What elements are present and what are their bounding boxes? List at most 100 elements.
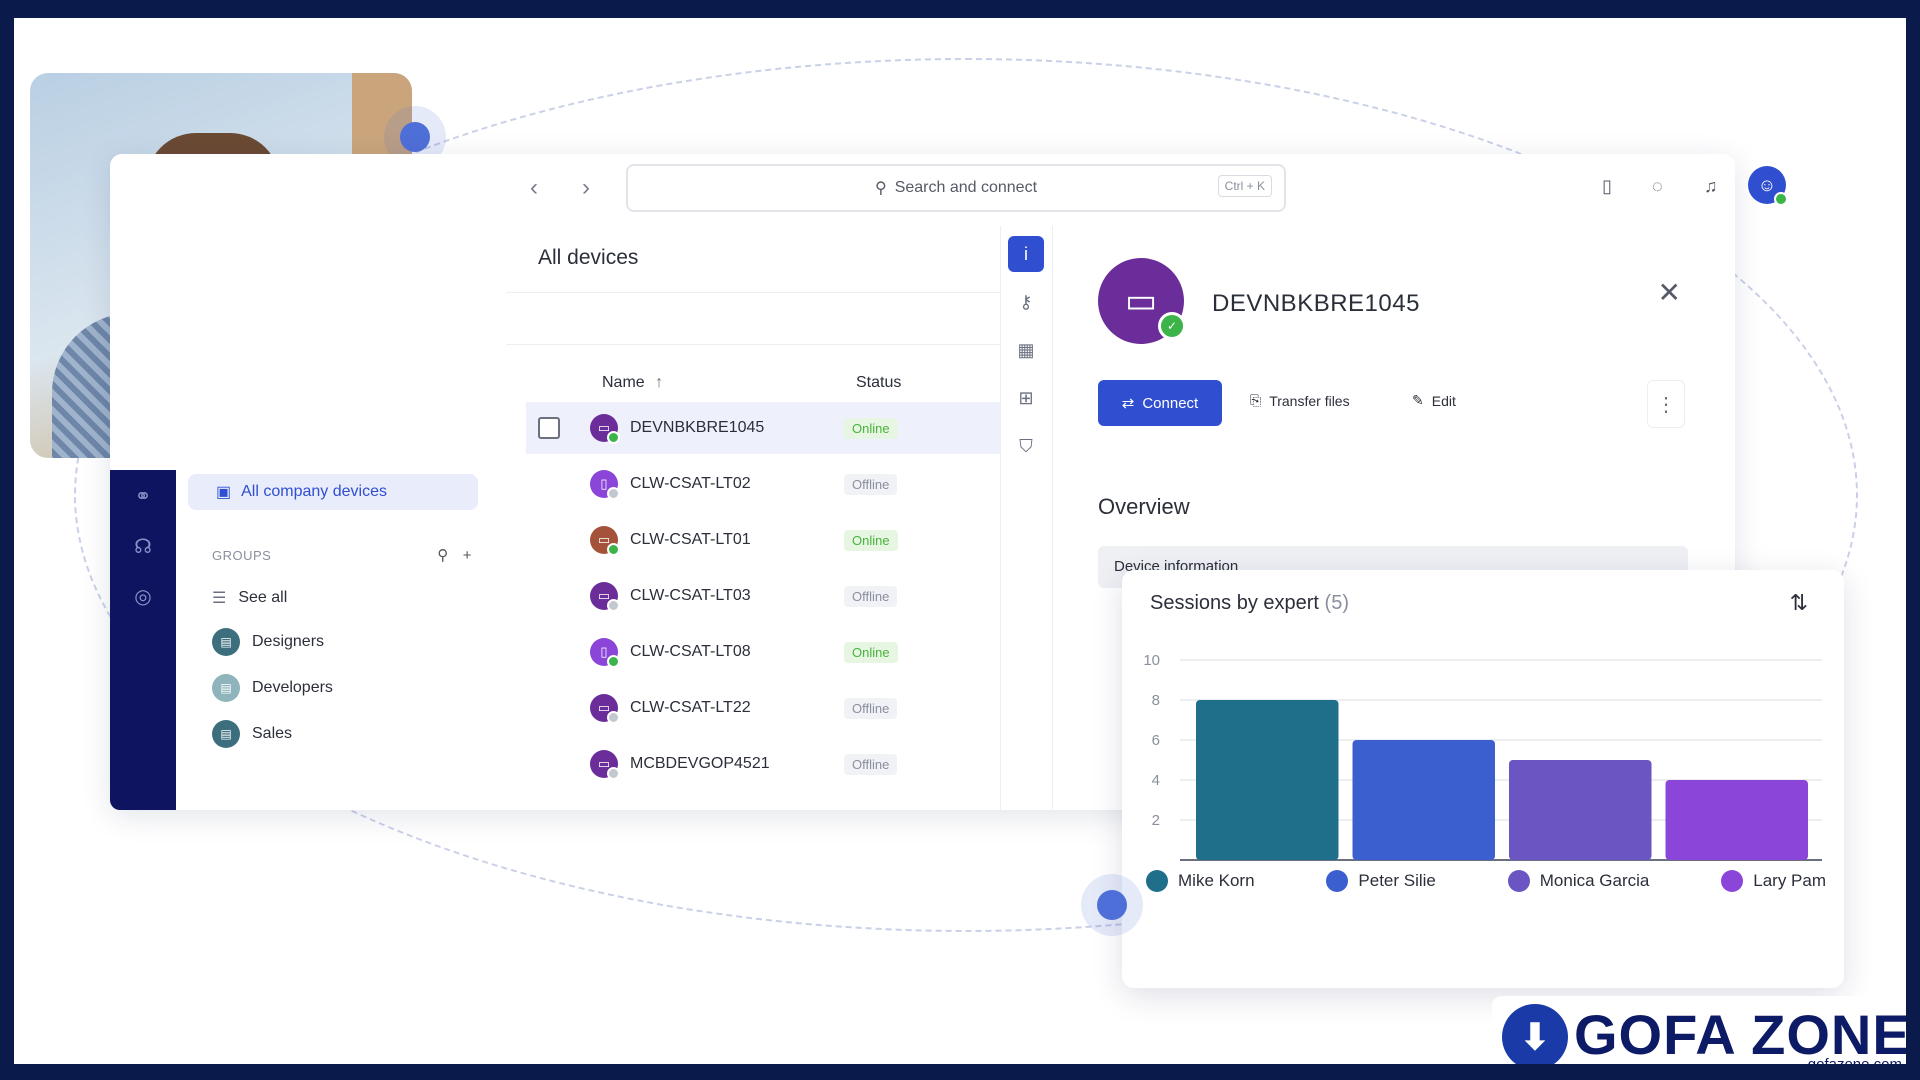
table-row[interactable]: ▭ DEVNBKBRE1045 Online xyxy=(526,402,1000,454)
search-placeholder: Search and connect xyxy=(894,179,1038,196)
device-name: DEVNBKBRE1045 xyxy=(630,419,765,436)
table-row[interactable]: ▭ MCBDEVGOP4521 Offline xyxy=(526,738,1000,790)
connector-dot xyxy=(400,122,430,152)
bar-mike-korn[interactable] xyxy=(1196,700,1339,860)
bar-lary-pam[interactable] xyxy=(1665,780,1809,860)
legend-label: Mike Korn xyxy=(1178,871,1255,890)
bar-peter-silie[interactable] xyxy=(1352,740,1496,860)
group-icon: ▤ xyxy=(212,720,240,748)
nav-all-company-devices[interactable]: ▣ All company devices xyxy=(188,474,478,510)
column-header-status[interactable]: Status xyxy=(856,374,901,392)
network-icon[interactable]: ⚭ xyxy=(130,484,156,510)
connect-button[interactable]: ⇄ Connect xyxy=(1098,380,1222,426)
divider xyxy=(506,344,1000,345)
search-input[interactable]: ⚲ Search and connect Ctrl + K xyxy=(626,164,1286,212)
user-avatar[interactable]: ☺ xyxy=(1748,166,1788,206)
info-icon[interactable]: i xyxy=(1008,236,1044,272)
table-row[interactable]: ▯ CLW-CSAT-LT02 Offline xyxy=(526,458,1000,510)
chevron-left-icon[interactable]: ‹ xyxy=(530,174,538,202)
status-badge: Offline xyxy=(844,473,898,495)
table-row[interactable]: ▭ CLW-CSAT-LT01 Online xyxy=(526,514,1000,566)
devices-icon: ▣ xyxy=(216,484,232,501)
overview-heading: Overview xyxy=(1098,494,1190,519)
shield-icon[interactable]: ⛉ xyxy=(1008,428,1044,464)
status-badge: Online xyxy=(844,641,898,663)
device-title: DEVNBKBRE1045 xyxy=(1212,290,1420,317)
legend-item[interactable]: Monica Garcia xyxy=(1507,870,1649,892)
group-item-designers[interactable]: ▤ Designers xyxy=(212,628,324,656)
col-name-label: Name xyxy=(602,374,645,391)
search-icon[interactable]: ⚲ xyxy=(437,546,449,564)
device-icon: ▭ xyxy=(590,414,620,444)
legend-item[interactable]: Peter Silie xyxy=(1326,870,1436,892)
column-header-name[interactable]: Name ↑ xyxy=(602,374,663,392)
bell-icon[interactable]: ♫ xyxy=(1704,176,1718,197)
y-tick-label: 6 xyxy=(1152,732,1160,749)
legend-item[interactable]: Mike Korn xyxy=(1146,870,1255,892)
device-icon: ▭ xyxy=(590,526,620,556)
device-icon: ▯ xyxy=(590,638,620,668)
headset-icon[interactable]: ☊ xyxy=(130,534,156,560)
watermark-url: gofazone.com xyxy=(1808,1056,1902,1064)
see-all-label: See all xyxy=(238,589,288,606)
more-options-icon[interactable]: ⋮ xyxy=(1647,380,1685,428)
table-row[interactable]: ▭ CLW-CSAT-LT22 Offline xyxy=(526,682,1000,734)
transfer-label: Transfer files xyxy=(1269,392,1350,409)
add-icon[interactable]: + xyxy=(463,547,472,564)
watermark-logo: ⬇ GOFA ZONE gofazone.com xyxy=(1492,996,1906,1064)
left-rail: ⚭ ☊ ◎ xyxy=(110,470,176,810)
close-icon[interactable]: ✕ xyxy=(1658,276,1681,309)
grid-icon[interactable]: ⊞ xyxy=(1008,380,1044,416)
legend-swatch xyxy=(1721,870,1744,892)
group-item-developers[interactable]: ▤ Developers xyxy=(212,674,333,702)
presence-dot xyxy=(1774,192,1788,206)
groups-label: GROUPS xyxy=(212,547,272,563)
connector-dot xyxy=(1097,890,1127,920)
detail-tab-strip: i ⚷ ▦ ⊞ ⛉ xyxy=(1000,226,1053,810)
side-panel: ▣ All company devices GROUPS ⚲ + ☰ See a… xyxy=(176,470,486,810)
group-icon: ▤ xyxy=(212,628,240,656)
chart-legend: Mike Korn Peter Silie Monica Garcia Lary Pa… xyxy=(1146,870,1826,892)
row-checkbox[interactable] xyxy=(538,417,560,439)
table-row[interactable]: ▯ CLW-CSAT-LT08 Online xyxy=(526,626,1000,678)
chevron-right-icon[interactable]: › xyxy=(582,174,590,202)
target-icon[interactable]: ◎ xyxy=(130,584,156,610)
legend-label: Peter Silie xyxy=(1358,871,1436,890)
bar-monica-garcia[interactable] xyxy=(1509,760,1652,860)
y-tick-label: 2 xyxy=(1152,812,1160,829)
legend-swatch xyxy=(1507,870,1530,892)
list-icon: ☰ xyxy=(212,590,227,607)
monitor-chart-icon[interactable]: ▦ xyxy=(1008,332,1044,368)
chat-icon[interactable]: ◌ xyxy=(1652,176,1663,197)
group-label: Sales xyxy=(252,725,293,742)
device-name: MCBDEVGOP4521 xyxy=(630,755,770,772)
edit-button[interactable]: ✎ Edit xyxy=(1412,392,1456,409)
connect-label: Connect xyxy=(1142,394,1199,412)
sort-up-icon: ↑ xyxy=(655,374,664,391)
key-icon[interactable]: ⚷ xyxy=(1008,284,1044,320)
see-all-item[interactable]: ☰ See all xyxy=(212,588,287,608)
contacts-icon[interactable]: ▯ xyxy=(1602,176,1612,197)
legend-item[interactable]: Lary Pam xyxy=(1721,870,1826,892)
monitor-icon: ▭ xyxy=(1124,282,1158,320)
status-badge: Offline xyxy=(844,585,898,607)
y-tick-label: 10 xyxy=(1143,652,1160,669)
check-icon: ✓ xyxy=(1158,312,1186,340)
group-item-sales[interactable]: ▤ Sales xyxy=(212,720,292,748)
download-icon: ⬇ xyxy=(1502,1004,1568,1064)
table-row[interactable]: ▭ CLW-CSAT-LT03 Offline xyxy=(526,570,1000,622)
device-name: CLW-CSAT-LT02 xyxy=(630,475,751,492)
device-name: CLW-CSAT-LT22 xyxy=(630,699,751,716)
device-avatar: ▭ ✓ xyxy=(1098,258,1186,344)
transfer-files-button[interactable]: ⎘ Transfer files xyxy=(1250,392,1350,409)
search-icon: ⚲ xyxy=(874,180,887,197)
group-label: Designers xyxy=(252,633,325,650)
device-list: All devices Name ↑ Status ▭ DEVNBKBRE104… xyxy=(506,226,1001,810)
device-name: CLW-CSAT-LT08 xyxy=(630,643,751,660)
watermark-brand: GOFA ZONE xyxy=(1574,1003,1906,1064)
group-label: Developers xyxy=(252,679,333,696)
device-name: CLW-CSAT-LT03 xyxy=(630,587,751,604)
divider xyxy=(506,292,1000,293)
device-icon: ▭ xyxy=(590,582,620,612)
legend-label: Lary Pam xyxy=(1753,871,1826,890)
